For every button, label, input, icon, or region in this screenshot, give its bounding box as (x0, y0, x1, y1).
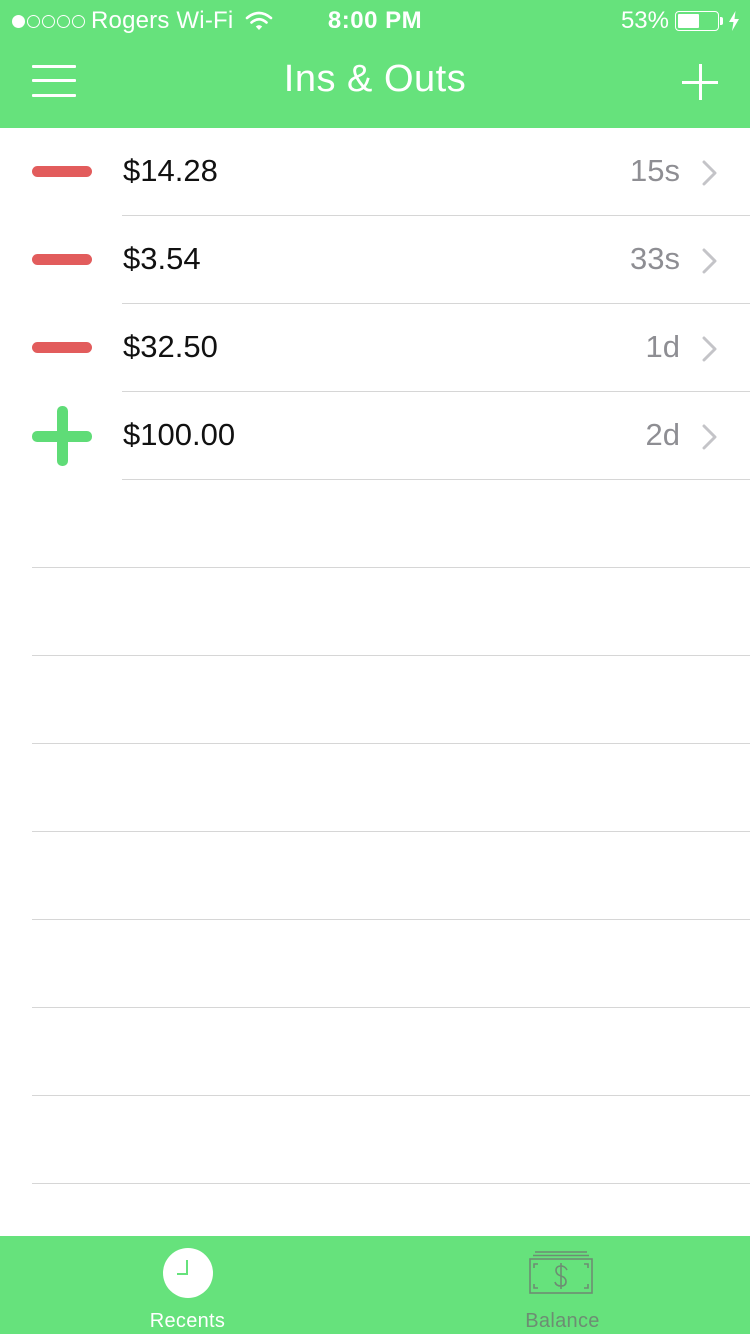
transaction-row[interactable]: $100.00 2d (0, 392, 750, 480)
charging-bolt-icon (729, 11, 739, 31)
battery-level-fill (678, 14, 700, 28)
clock-icon (163, 1248, 213, 1298)
tab-balance-label: Balance (525, 1310, 600, 1332)
transaction-row[interactable]: $14.28 15s (0, 128, 750, 216)
expense-minus-icon (32, 166, 92, 177)
battery-icon (675, 11, 719, 31)
status-bar: Rogers Wi-Fi 8:00 PM 53% (0, 0, 750, 40)
empty-row (0, 744, 750, 832)
tab-recents[interactable]: Recents (0, 1236, 375, 1334)
transaction-amount: $32.50 (123, 329, 218, 364)
empty-row (0, 1008, 750, 1096)
chevron-right-icon (702, 248, 717, 274)
income-plus-icon (32, 406, 92, 466)
transaction-list: $14.28 15s $3.54 33s $32.50 1d $100.00 2d (0, 128, 750, 1184)
chevron-right-icon (702, 160, 717, 186)
expense-minus-icon (32, 342, 92, 353)
status-right: 53% (621, 7, 740, 35)
empty-row (0, 480, 750, 568)
battery-nub (720, 17, 723, 25)
add-transaction-button[interactable] (682, 64, 718, 100)
transaction-amount: $100.00 (123, 417, 236, 452)
empty-row (0, 1096, 750, 1184)
row-separator (32, 1183, 750, 1184)
expense-minus-icon (32, 254, 92, 265)
transaction-age: 33s (630, 241, 680, 276)
empty-row (0, 832, 750, 920)
empty-row (0, 920, 750, 1008)
tab-recents-label: Recents (149, 1310, 226, 1332)
transaction-age: 2d (645, 417, 680, 452)
empty-row (0, 656, 750, 744)
transaction-age: 15s (630, 153, 680, 188)
transaction-amount: $14.28 (123, 153, 218, 188)
money-bill-icon (529, 1251, 593, 1294)
empty-row (0, 568, 750, 656)
chevron-right-icon (702, 336, 717, 362)
chevron-right-icon (702, 424, 717, 450)
transaction-row[interactable]: $32.50 1d (0, 304, 750, 392)
tab-balance[interactable]: Balance (375, 1236, 750, 1334)
tab-bar: Recents Balance (0, 1236, 750, 1334)
transaction-amount: $3.54 (123, 241, 201, 276)
transaction-age: 1d (645, 329, 680, 364)
navigation-header: Rogers Wi-Fi 8:00 PM 53% Ins & Outs (0, 0, 750, 128)
page-title: Ins & Outs (283, 58, 467, 100)
transaction-row[interactable]: $3.54 33s (0, 216, 750, 304)
battery-percentage: 53% (620, 7, 669, 34)
